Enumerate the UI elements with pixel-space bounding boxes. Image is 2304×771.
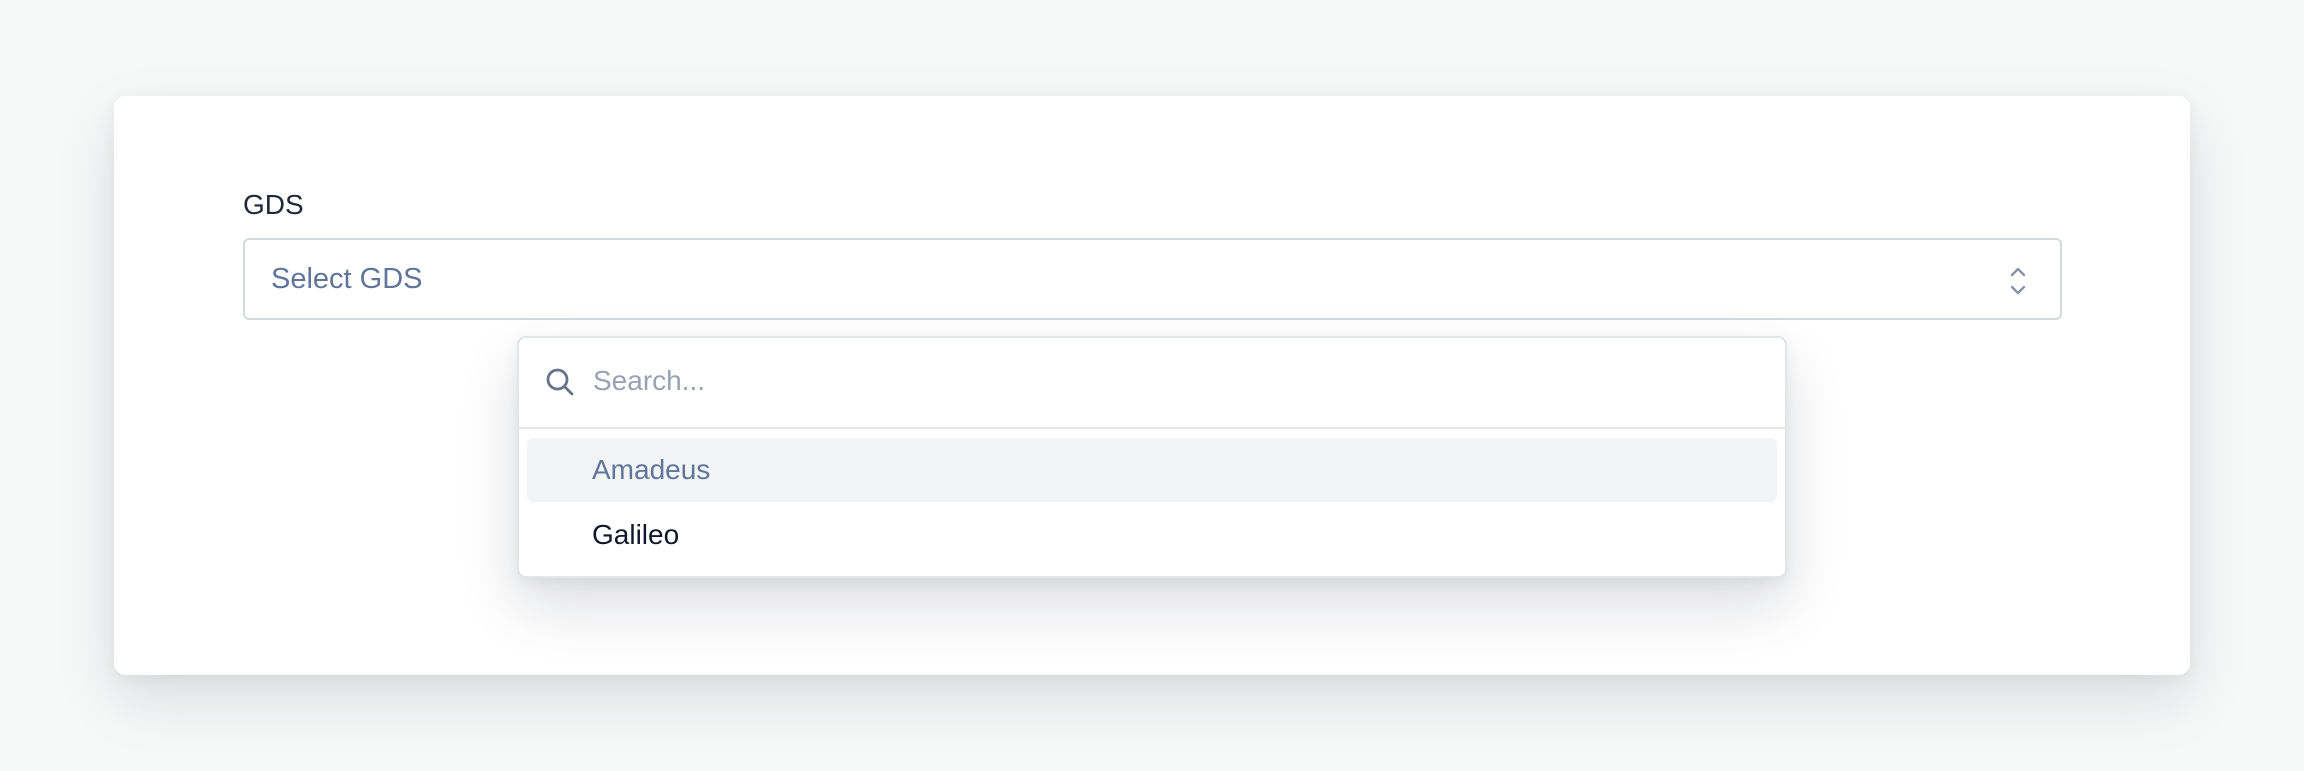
- option-label: Amadeus: [592, 454, 711, 485]
- dropdown-search-row: [519, 338, 1785, 429]
- option-amadeus[interactable]: Amadeus: [527, 438, 1777, 502]
- chevron-up-down-icon: [2010, 267, 2026, 295]
- gds-select[interactable]: Select GDS: [243, 238, 2062, 320]
- dropdown-search-input[interactable]: [593, 358, 1743, 404]
- option-label: Galileo: [592, 519, 680, 550]
- option-galileo[interactable]: Galileo: [527, 503, 1777, 567]
- gds-field-label: GDS: [243, 189, 304, 220]
- gds-select-placeholder: Select GDS: [271, 263, 423, 295]
- search-icon: [546, 368, 574, 396]
- gds-dropdown: Amadeus Galileo: [517, 336, 1787, 578]
